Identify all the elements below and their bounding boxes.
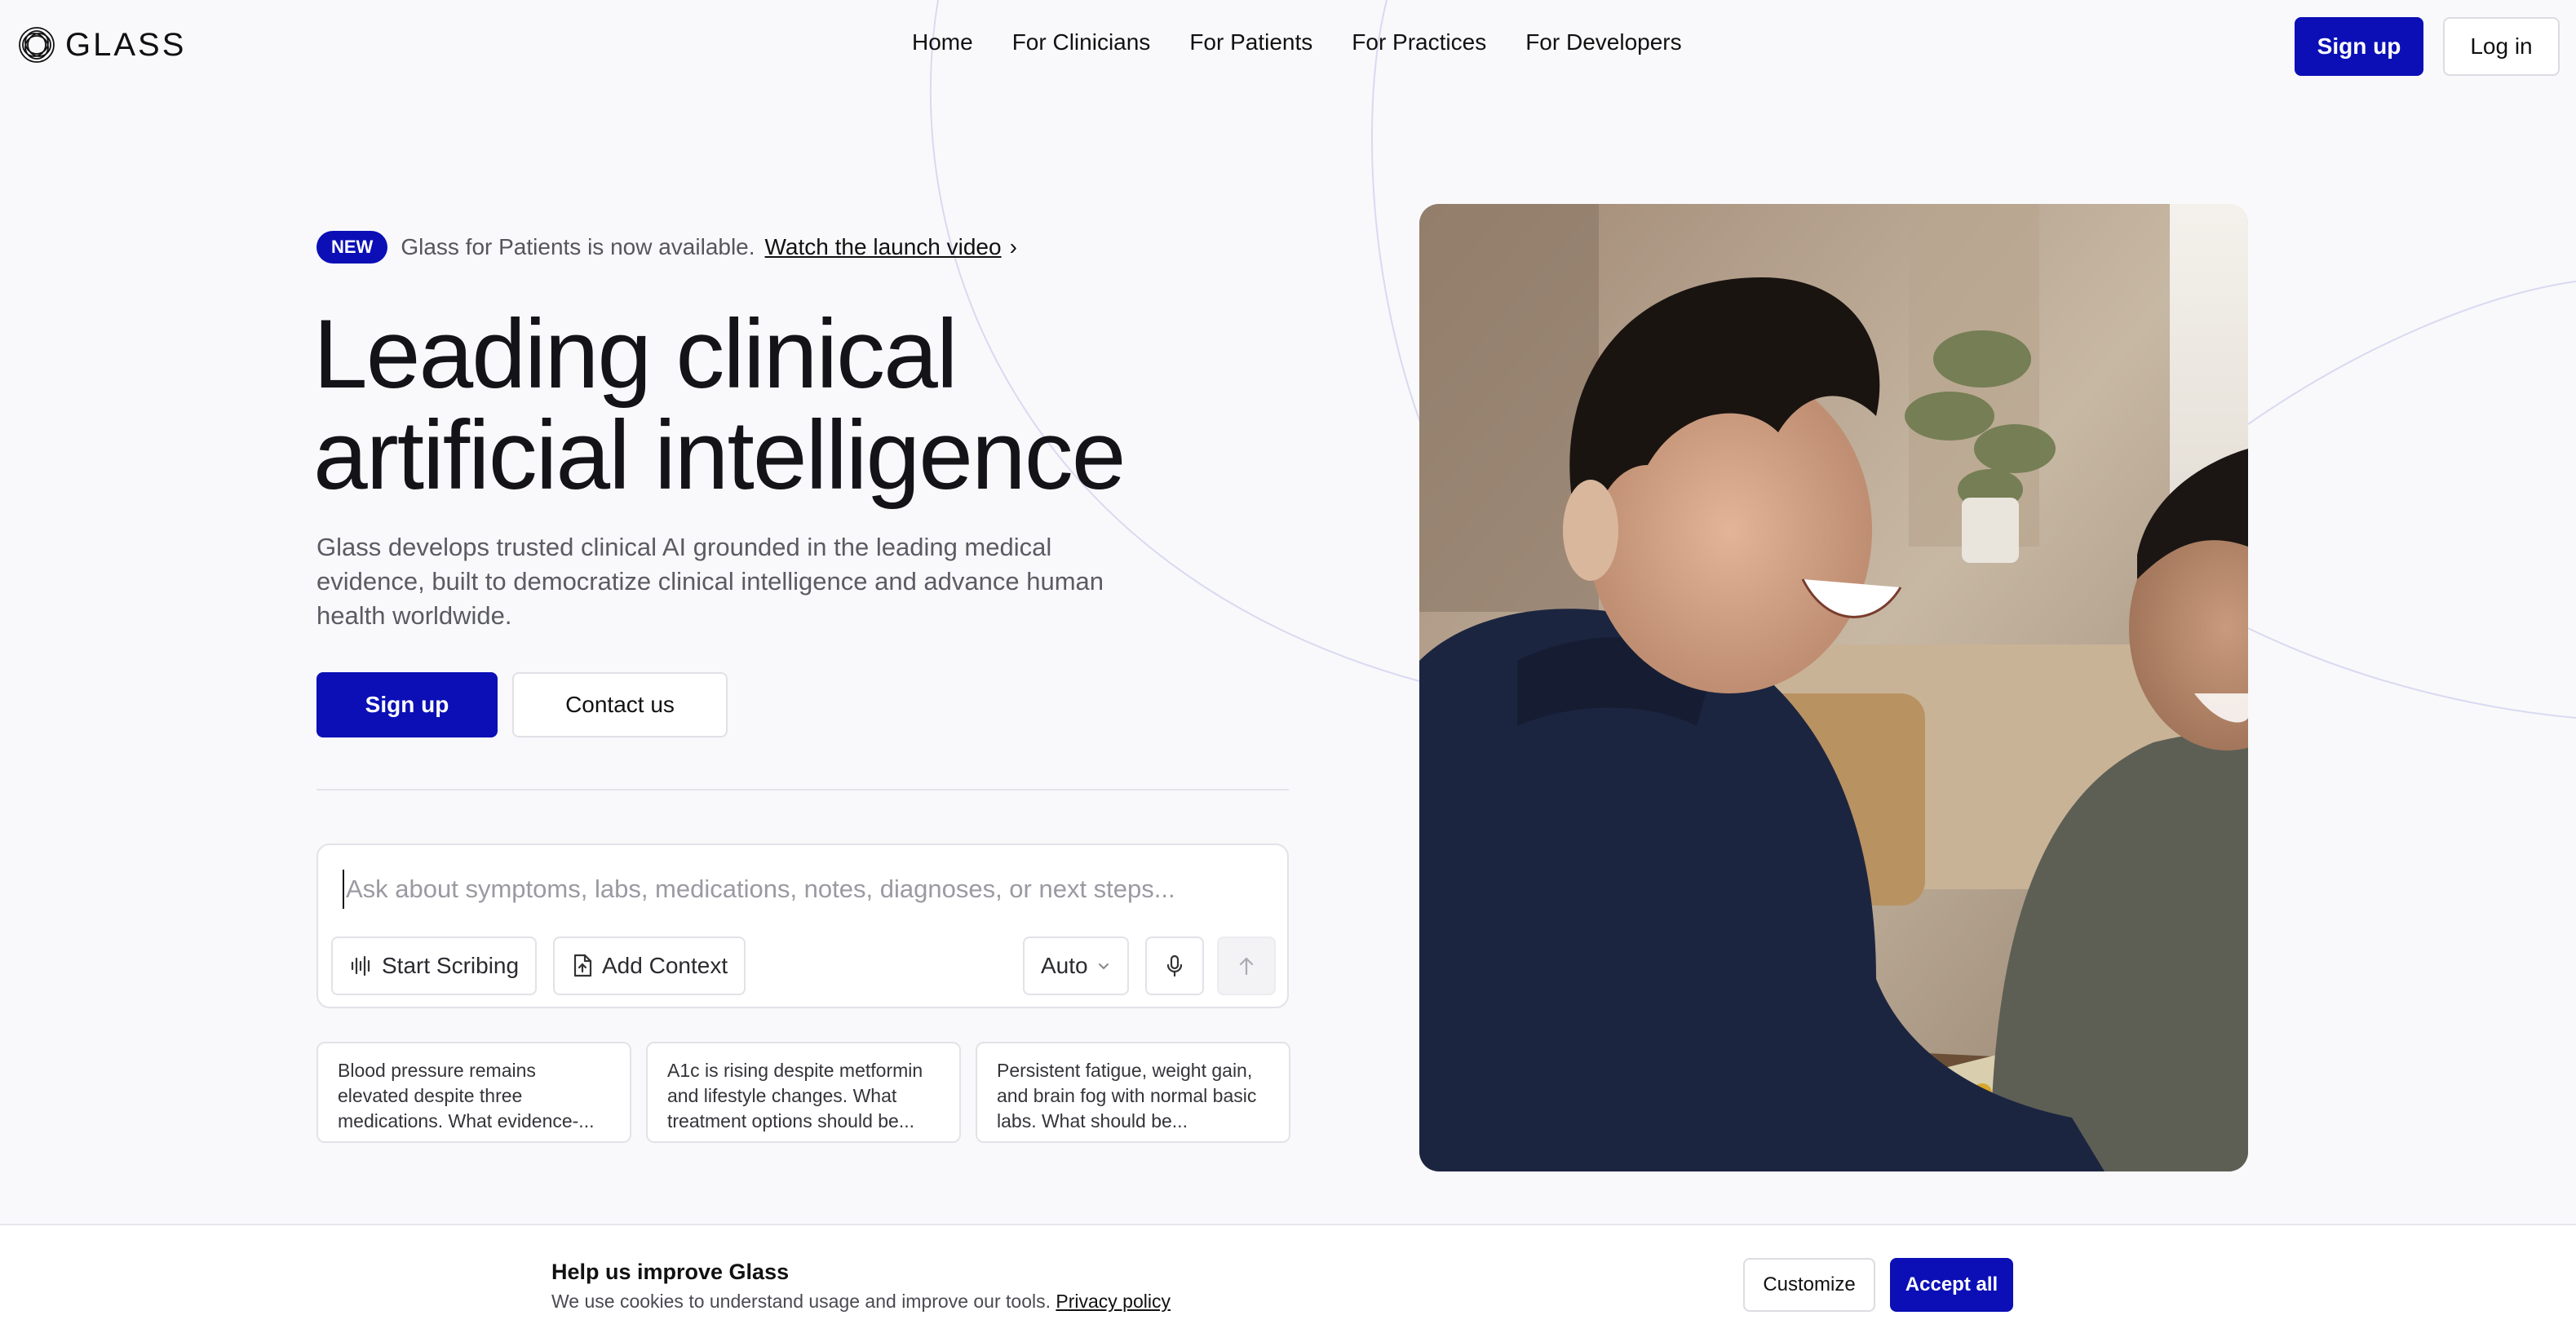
- glass-logo-icon: [19, 27, 55, 63]
- hero-photo-illustration: [1419, 204, 2248, 1171]
- nav-home[interactable]: Home: [912, 29, 973, 55]
- cookie-title: Help us improve Glass: [551, 1260, 790, 1284]
- site-header: GLASS Home For Clinicians For Patients F…: [0, 0, 2576, 91]
- ask-composer: Start Scribing Add Context Auto: [316, 844, 1289, 1008]
- header-login-button[interactable]: Log in: [2443, 17, 2560, 76]
- start-scribing-button[interactable]: Start Scribing: [331, 937, 538, 995]
- hero-signup-button[interactable]: Sign up: [316, 672, 498, 737]
- send-button[interactable]: [1217, 937, 1276, 995]
- cookie-accept-all-button[interactable]: Accept all: [1890, 1258, 2013, 1312]
- hero-photo: [1419, 204, 2248, 1171]
- start-scribing-label: Start Scribing: [382, 953, 520, 978]
- cookie-description: We use cookies to understand usage and i…: [551, 1291, 1051, 1312]
- ask-input[interactable]: [343, 870, 1256, 909]
- contact-us-button[interactable]: Contact us: [512, 672, 728, 737]
- announcement-bar: NEW Glass for Patients is now available.…: [316, 231, 1017, 264]
- nav-for-developers[interactable]: For Developers: [1525, 29, 1681, 55]
- hero-subtitle: Glass develops trusted clinical AI groun…: [316, 533, 1104, 630]
- add-context-button[interactable]: Add Context: [553, 937, 746, 995]
- chevron-right-icon: ›: [1009, 234, 1017, 259]
- microphone-icon: [1166, 954, 1183, 977]
- hero-title: Leading clinical artificial intelligence: [313, 299, 1126, 510]
- section-divider: [316, 789, 1289, 790]
- microphone-button[interactable]: [1145, 937, 1204, 995]
- nav-for-practices[interactable]: For Practices: [1352, 29, 1486, 55]
- chevron-down-icon: [1098, 963, 1109, 970]
- privacy-policy-link[interactable]: Privacy policy: [1056, 1291, 1171, 1312]
- announcement-text: Glass for Patients is now available.: [401, 234, 755, 259]
- main-nav: Home For Clinicians For Patients For Pra…: [912, 29, 1682, 55]
- new-badge: NEW: [316, 231, 388, 264]
- suggestion-card[interactable]: A1c is rising despite metformin and life…: [646, 1042, 961, 1143]
- cookie-customize-button[interactable]: Customize: [1743, 1258, 1875, 1312]
- suggestion-list: Blood pressure remains elevated despite …: [316, 1042, 1290, 1143]
- header-signup-button[interactable]: Sign up: [2295, 17, 2423, 76]
- cookie-banner: Help us improve Glass We use cookies to …: [0, 1224, 2576, 1333]
- hero-cta-row: Sign up Contact us: [316, 672, 728, 737]
- launch-video-link[interactable]: Watch the launch video: [765, 234, 1002, 260]
- mode-select[interactable]: Auto: [1023, 937, 1129, 995]
- file-upload-icon: [573, 954, 592, 977]
- nav-for-patients[interactable]: For Patients: [1189, 29, 1312, 55]
- brand-logo[interactable]: GLASS: [16, 24, 186, 65]
- mode-label: Auto: [1041, 953, 1088, 978]
- nav-for-clinicians[interactable]: For Clinicians: [1012, 29, 1151, 55]
- cookie-text: We use cookies to understand usage and i…: [551, 1291, 1171, 1313]
- waveform-icon: [351, 955, 370, 976]
- suggestion-card[interactable]: Blood pressure remains elevated despite …: [316, 1042, 631, 1143]
- suggestion-card[interactable]: Persistent fatigue, weight gain, and bra…: [976, 1042, 1290, 1143]
- arrow-up-icon: [1239, 957, 1254, 976]
- add-context-label: Add Context: [602, 953, 728, 978]
- brand-name: GLASS: [65, 26, 187, 63]
